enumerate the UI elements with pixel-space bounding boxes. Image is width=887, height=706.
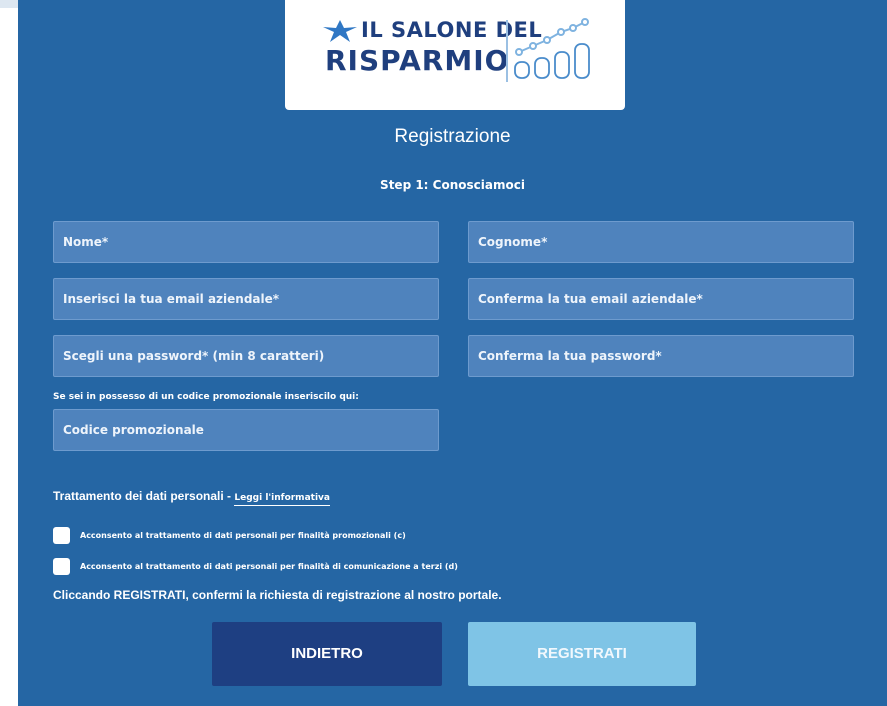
registration-panel: IL SALONE DEL RISPARMIO Registrazione St…: [18, 0, 887, 706]
email-confirm-input[interactable]: [468, 278, 854, 320]
piggy-bank-chart-icon: [514, 18, 590, 79]
consent-promotional-label: Acconsento al trattamento di dati person…: [80, 531, 406, 540]
cognome-input[interactable]: [468, 221, 854, 263]
promo-code-label: Se sei in possesso di un codice promozio…: [53, 392, 359, 402]
promo-code-input[interactable]: [53, 409, 439, 451]
consent-third-party-label: Acconsento al trattamento di dati person…: [80, 562, 458, 571]
register-button[interactable]: REGISTRATI: [468, 622, 696, 686]
step-label: Step 1: Conosciamoci: [380, 178, 525, 192]
back-button[interactable]: INDIETRO: [212, 622, 442, 686]
privacy-policy-link[interactable]: Leggi l'informativa: [234, 493, 330, 506]
nome-input[interactable]: [53, 221, 439, 263]
privacy-heading: Trattamento dei dati personali - Leggi l…: [53, 489, 330, 506]
password-confirm-input[interactable]: [468, 335, 854, 377]
logo[interactable]: IL SALONE DEL RISPARMIO: [285, 0, 625, 110]
star-logo-icon: [323, 20, 357, 42]
logo-text-line2: RISPARMIO: [325, 44, 510, 77]
logo-divider: [506, 20, 508, 82]
page-title: Registrazione: [394, 126, 511, 147]
email-input[interactable]: [53, 278, 439, 320]
confirm-text: Cliccando REGISTRATI, confermi la richie…: [53, 588, 502, 602]
consent-third-party-checkbox[interactable]: [53, 558, 70, 575]
password-input[interactable]: [53, 335, 439, 377]
consent-promotional-checkbox[interactable]: [53, 527, 70, 544]
privacy-title: Trattamento dei dati personali -: [53, 489, 235, 503]
